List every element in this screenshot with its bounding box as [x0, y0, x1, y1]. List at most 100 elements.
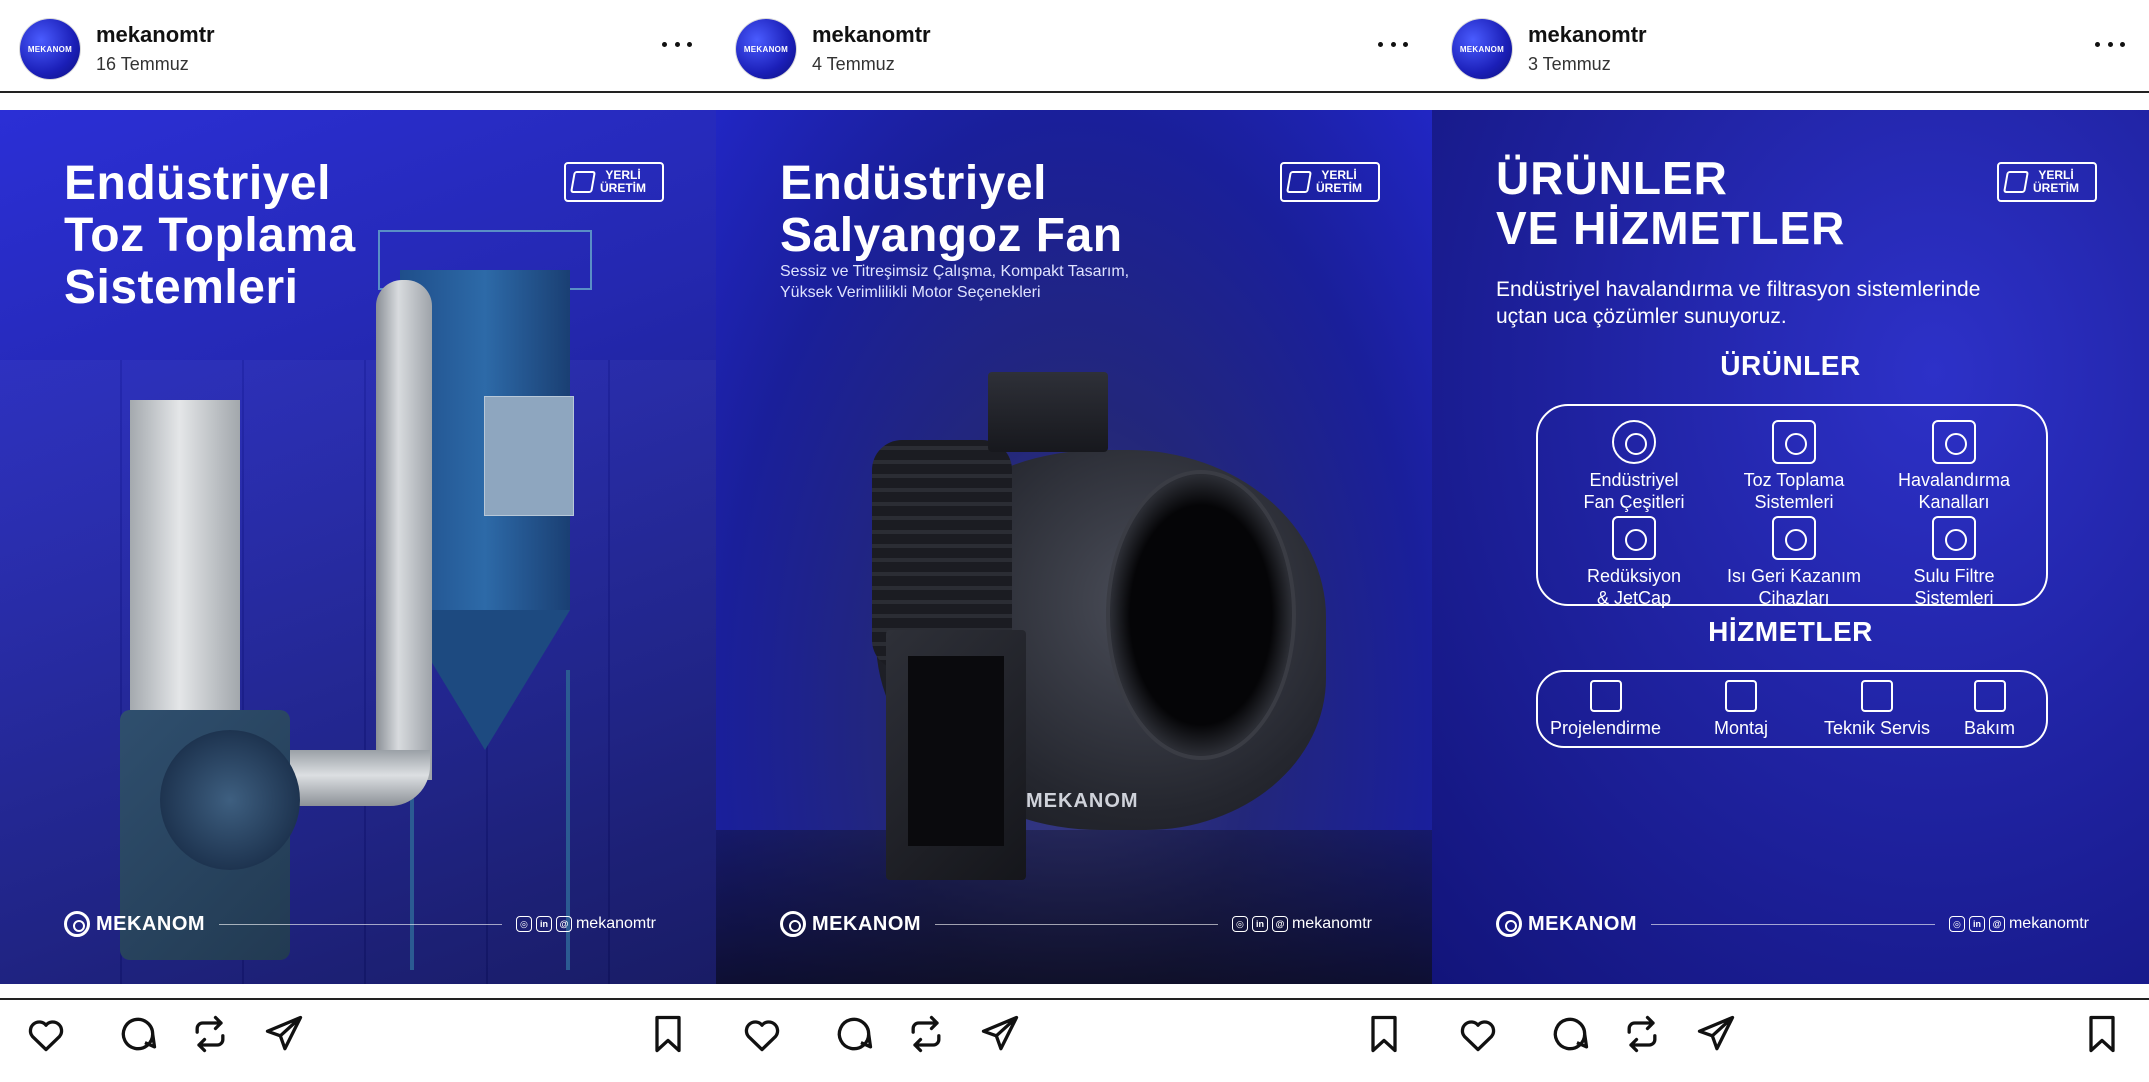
bookmark-icon[interactable]	[2080, 1012, 2124, 1056]
service-item: Projelendirme	[1550, 680, 1661, 739]
fan-housing	[160, 730, 300, 870]
at-icon: @	[1271, 916, 1288, 932]
yerli-uretim-badge: YERLİ ÜRETİM	[1280, 162, 1380, 202]
tools-icon	[1725, 680, 1758, 712]
comment-icon[interactable]	[116, 1012, 160, 1056]
post-header: MEKANOM mekanomtr 4 Temmuz	[716, 0, 1432, 92]
username[interactable]: mekanomtr	[96, 22, 215, 48]
dust-collector-icon	[1772, 420, 1816, 464]
product-item: Redüksiyon & JetCap	[1554, 516, 1714, 609]
reduction-icon	[1612, 516, 1656, 560]
post-date: 16 Temmuz	[96, 54, 189, 74]
products-title: ÜRÜNLER	[1720, 350, 1861, 381]
brand-footer: MEKANOM ◎ in @ mekanomtr	[780, 908, 1372, 940]
yerli-uretim-badge: YERLİ ÜRETİM	[1997, 162, 2097, 202]
avatar-logo: MEKANOM	[27, 44, 73, 54]
blueprint-icon	[1589, 680, 1622, 712]
wet-filter-icon	[1932, 516, 1976, 560]
avatar-logo: MEKANOM	[1459, 44, 1505, 54]
heart-icon[interactable]	[1456, 1012, 1500, 1056]
more-options-icon[interactable]	[2095, 34, 2125, 54]
comment-icon[interactable]	[1548, 1012, 1592, 1056]
checklist-icon	[1973, 680, 2006, 712]
at-icon: @	[555, 916, 572, 932]
username[interactable]: mekanomtr	[812, 22, 931, 48]
brand-logo: MEKANOM	[1496, 911, 1637, 937]
brand-logo: MEKANOM	[64, 911, 205, 937]
more-options-icon[interactable]	[662, 34, 692, 54]
headline: Endüstriyel Toz Toplama Sistemleri	[64, 157, 356, 314]
social-handle: ◎ in @ mekanomtr	[1948, 915, 2089, 933]
social-handle: ◎ in @ mekanomtr	[515, 915, 656, 933]
action-bar	[0, 1000, 2149, 1082]
username[interactable]: mekanomtr	[1528, 22, 1647, 48]
instagram-icon: ◎	[1231, 916, 1248, 932]
heat-recovery-icon	[1772, 516, 1816, 560]
more-options-icon[interactable]	[1378, 34, 1408, 54]
headset-icon	[1861, 680, 1894, 712]
fan-icon	[1612, 420, 1656, 464]
service-item: Bakım	[1964, 680, 2015, 739]
share-icon[interactable]	[1694, 1012, 1738, 1056]
product-item: Toz Toplama Sistemleri	[1714, 420, 1874, 513]
yerli-uretim-badge: YERLİ ÜRETİM	[564, 162, 664, 202]
floor	[716, 830, 1432, 984]
headline: Endüstriyel Salyangoz Fan	[780, 157, 1123, 262]
social-handle: ◎ in @ mekanomtr	[1231, 915, 1372, 933]
bookmark-icon[interactable]	[1362, 1012, 1406, 1056]
handshake-icon	[570, 171, 596, 193]
footer-divider	[219, 923, 502, 925]
heart-icon[interactable]	[740, 1012, 784, 1056]
service-item: Montaj	[1714, 680, 1768, 739]
heart-icon[interactable]	[24, 1012, 68, 1056]
comment-icon[interactable]	[832, 1012, 876, 1056]
share-icon[interactable]	[978, 1012, 1022, 1056]
post-date: 4 Temmuz	[812, 54, 895, 74]
product-item: Isı Geri Kazanım Cihazları	[1714, 516, 1874, 609]
brand-footer: MEKANOM ◎ in @ mekanomtr	[1496, 908, 2089, 940]
post-2: MEKANOM mekanomtr 4 Temmuz MEKANOM Endüs…	[716, 0, 1432, 1082]
repost-icon[interactable]	[188, 1012, 232, 1056]
at-icon: @	[1988, 916, 2005, 932]
services-title: HİZMETLER	[1708, 616, 1873, 647]
actions-divider	[0, 998, 2149, 1000]
duct-icon	[1932, 420, 1976, 464]
post-image[interactable]: Endüstriyel Toz Toplama Sistemleri YERLİ…	[0, 110, 716, 984]
wall-background	[0, 360, 716, 984]
vertical-duct	[376, 280, 432, 780]
fan-product-logo: MEKANOM	[1026, 790, 1139, 812]
repost-icon[interactable]	[904, 1012, 948, 1056]
post-header: MEKANOM mekanomtr 3 Temmuz	[1432, 0, 2149, 92]
share-icon[interactable]	[262, 1012, 306, 1056]
gear-icon	[780, 911, 806, 937]
subheadline: Endüstriyel havalandırma ve filtrasyon s…	[1496, 278, 1981, 329]
post-image[interactable]: ÜRÜNLER VE HİZMETLER Endüstriyel havalan…	[1432, 110, 2149, 984]
post-image[interactable]: MEKANOM Endüstriyel Salyangoz Fan Sessiz…	[716, 110, 1432, 984]
outlet-opening	[908, 656, 1004, 846]
product-item: Sulu Filtre Sistemleri	[1874, 516, 2034, 609]
handshake-icon	[2003, 171, 2029, 193]
subheadline: Sessiz ve Titreşimsiz Çalışma, Kompakt T…	[780, 263, 1130, 301]
avatar[interactable]: MEKANOM	[1452, 19, 1512, 79]
terminal-box	[988, 372, 1108, 452]
avatar[interactable]: MEKANOM	[20, 19, 80, 79]
avatar-logo: MEKANOM	[743, 44, 789, 54]
brand-logo: MEKANOM	[780, 911, 921, 937]
linkedin-icon: in	[1251, 916, 1268, 932]
avatar[interactable]: MEKANOM	[736, 19, 796, 79]
repost-icon[interactable]	[1620, 1012, 1664, 1056]
product-item: Endüstriyel Fan Çeşitleri	[1554, 420, 1714, 513]
linkedin-icon: in	[1968, 916, 1985, 932]
footer-divider	[935, 923, 1218, 925]
handshake-icon	[1286, 171, 1312, 193]
instagram-icon: ◎	[515, 916, 532, 932]
linkedin-icon: in	[535, 916, 552, 932]
footer-divider	[1651, 923, 1935, 925]
services-box: Projelendirme Montaj Teknik Servis Bakım	[1536, 670, 2048, 748]
headline: ÜRÜNLER VE HİZMETLER	[1496, 152, 1846, 254]
service-item: Teknik Servis	[1824, 680, 1930, 739]
silo-access-door	[484, 396, 574, 516]
post-header: MEKANOM mekanomtr 16 Temmuz	[0, 0, 716, 92]
bookmark-icon[interactable]	[646, 1012, 690, 1056]
instagram-icon: ◎	[1948, 916, 1965, 932]
